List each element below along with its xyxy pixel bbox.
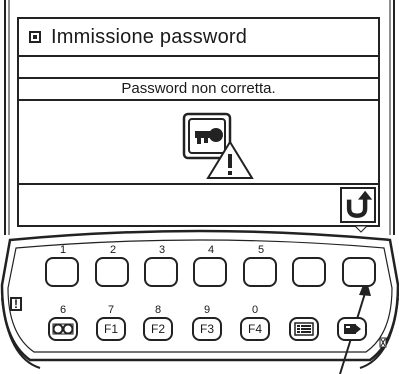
key-number-3: 3 <box>158 244 166 256</box>
key-number-0: 0 <box>251 304 259 316</box>
page-title: Immissione password <box>51 25 248 48</box>
menu-button[interactable] <box>289 317 319 341</box>
key-number-9: 9 <box>203 304 211 316</box>
key-number-2: 2 <box>109 244 117 256</box>
soft-button-4[interactable] <box>193 257 227 287</box>
pen-button[interactable] <box>337 317 367 341</box>
key-number-7: 7 <box>107 304 115 316</box>
empty-line <box>19 55 378 79</box>
soft-button-5[interactable] <box>243 257 277 287</box>
soft-button-6[interactable] <box>292 257 326 287</box>
page-icon <box>29 31 41 43</box>
warning-indicator: ! <box>10 297 22 311</box>
f1-button[interactable]: F1 <box>96 317 126 341</box>
undo-arrow-icon[interactable] <box>340 187 376 223</box>
error-message: Password non corretta. <box>19 77 378 101</box>
key-number-4: 4 <box>207 244 215 256</box>
f2-button[interactable]: F2 <box>143 317 173 341</box>
key-number-6: 6 <box>59 304 67 316</box>
oo-button[interactable] <box>48 317 78 341</box>
infinity-loop-icon <box>52 323 74 335</box>
footer-divider <box>19 183 378 185</box>
key-number-1: 1 <box>59 244 67 256</box>
list-menu-icon <box>294 322 314 336</box>
display-screen: Immissione password Password non corrett… <box>17 17 380 227</box>
title-bar: Immissione password <box>19 19 378 57</box>
soft-button-3[interactable] <box>144 257 178 287</box>
key-number-8: 8 <box>154 304 162 316</box>
soft-button-1[interactable] <box>45 257 79 287</box>
key-with-warning-icon <box>182 112 254 179</box>
soft-button-7[interactable] <box>342 257 376 287</box>
f4-button[interactable]: F4 <box>240 317 270 341</box>
indicator-arrow-icon <box>354 225 368 233</box>
f3-button[interactable]: F3 <box>192 317 222 341</box>
key-number-5: 5 <box>257 244 265 256</box>
pen-marker-icon <box>344 324 361 334</box>
soft-button-2[interactable] <box>95 257 129 287</box>
